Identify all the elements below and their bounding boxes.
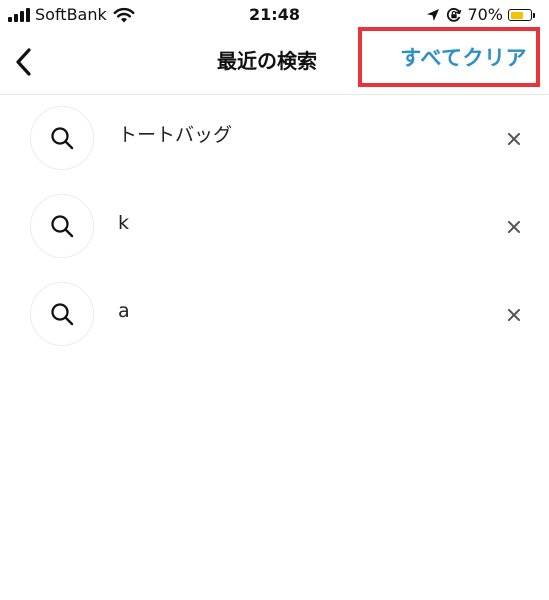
clear-all-label: すべてクリア [400,46,527,70]
location-arrow-icon [427,9,440,21]
back-button[interactable] [6,44,40,80]
orientation-lock-icon [447,7,462,22]
battery-fill [510,11,524,19]
search-icon [30,282,94,346]
recent-search-term: トートバッグ [118,124,233,146]
recent-search-item[interactable]: k [0,183,549,271]
recent-search-item[interactable]: トートバッグ [0,95,549,183]
remove-search-button[interactable] [500,125,528,153]
search-icon [30,106,94,170]
search-icon [30,194,94,258]
battery-icon [508,9,532,21]
close-icon [508,309,520,321]
remove-search-button[interactable] [500,301,528,329]
chevron-left-icon [16,48,31,76]
page-title: 最近の検索 [217,49,317,73]
navigation-bar: 最近の検索 すべてクリア [0,27,549,92]
recent-search-term: k [118,212,130,234]
battery-cap [533,12,535,18]
clear-all-button[interactable]: すべてクリア [358,27,540,87]
remove-search-button[interactable] [500,213,528,241]
recent-search-item[interactable]: a [0,271,549,359]
status-bar-right: 70% [426,5,535,25]
close-icon [508,221,520,233]
battery-percent: 70% [467,5,503,24]
close-icon [508,133,520,145]
recent-search-term: a [118,300,130,322]
recent-searches-list: トートバッグ k a [0,95,549,359]
